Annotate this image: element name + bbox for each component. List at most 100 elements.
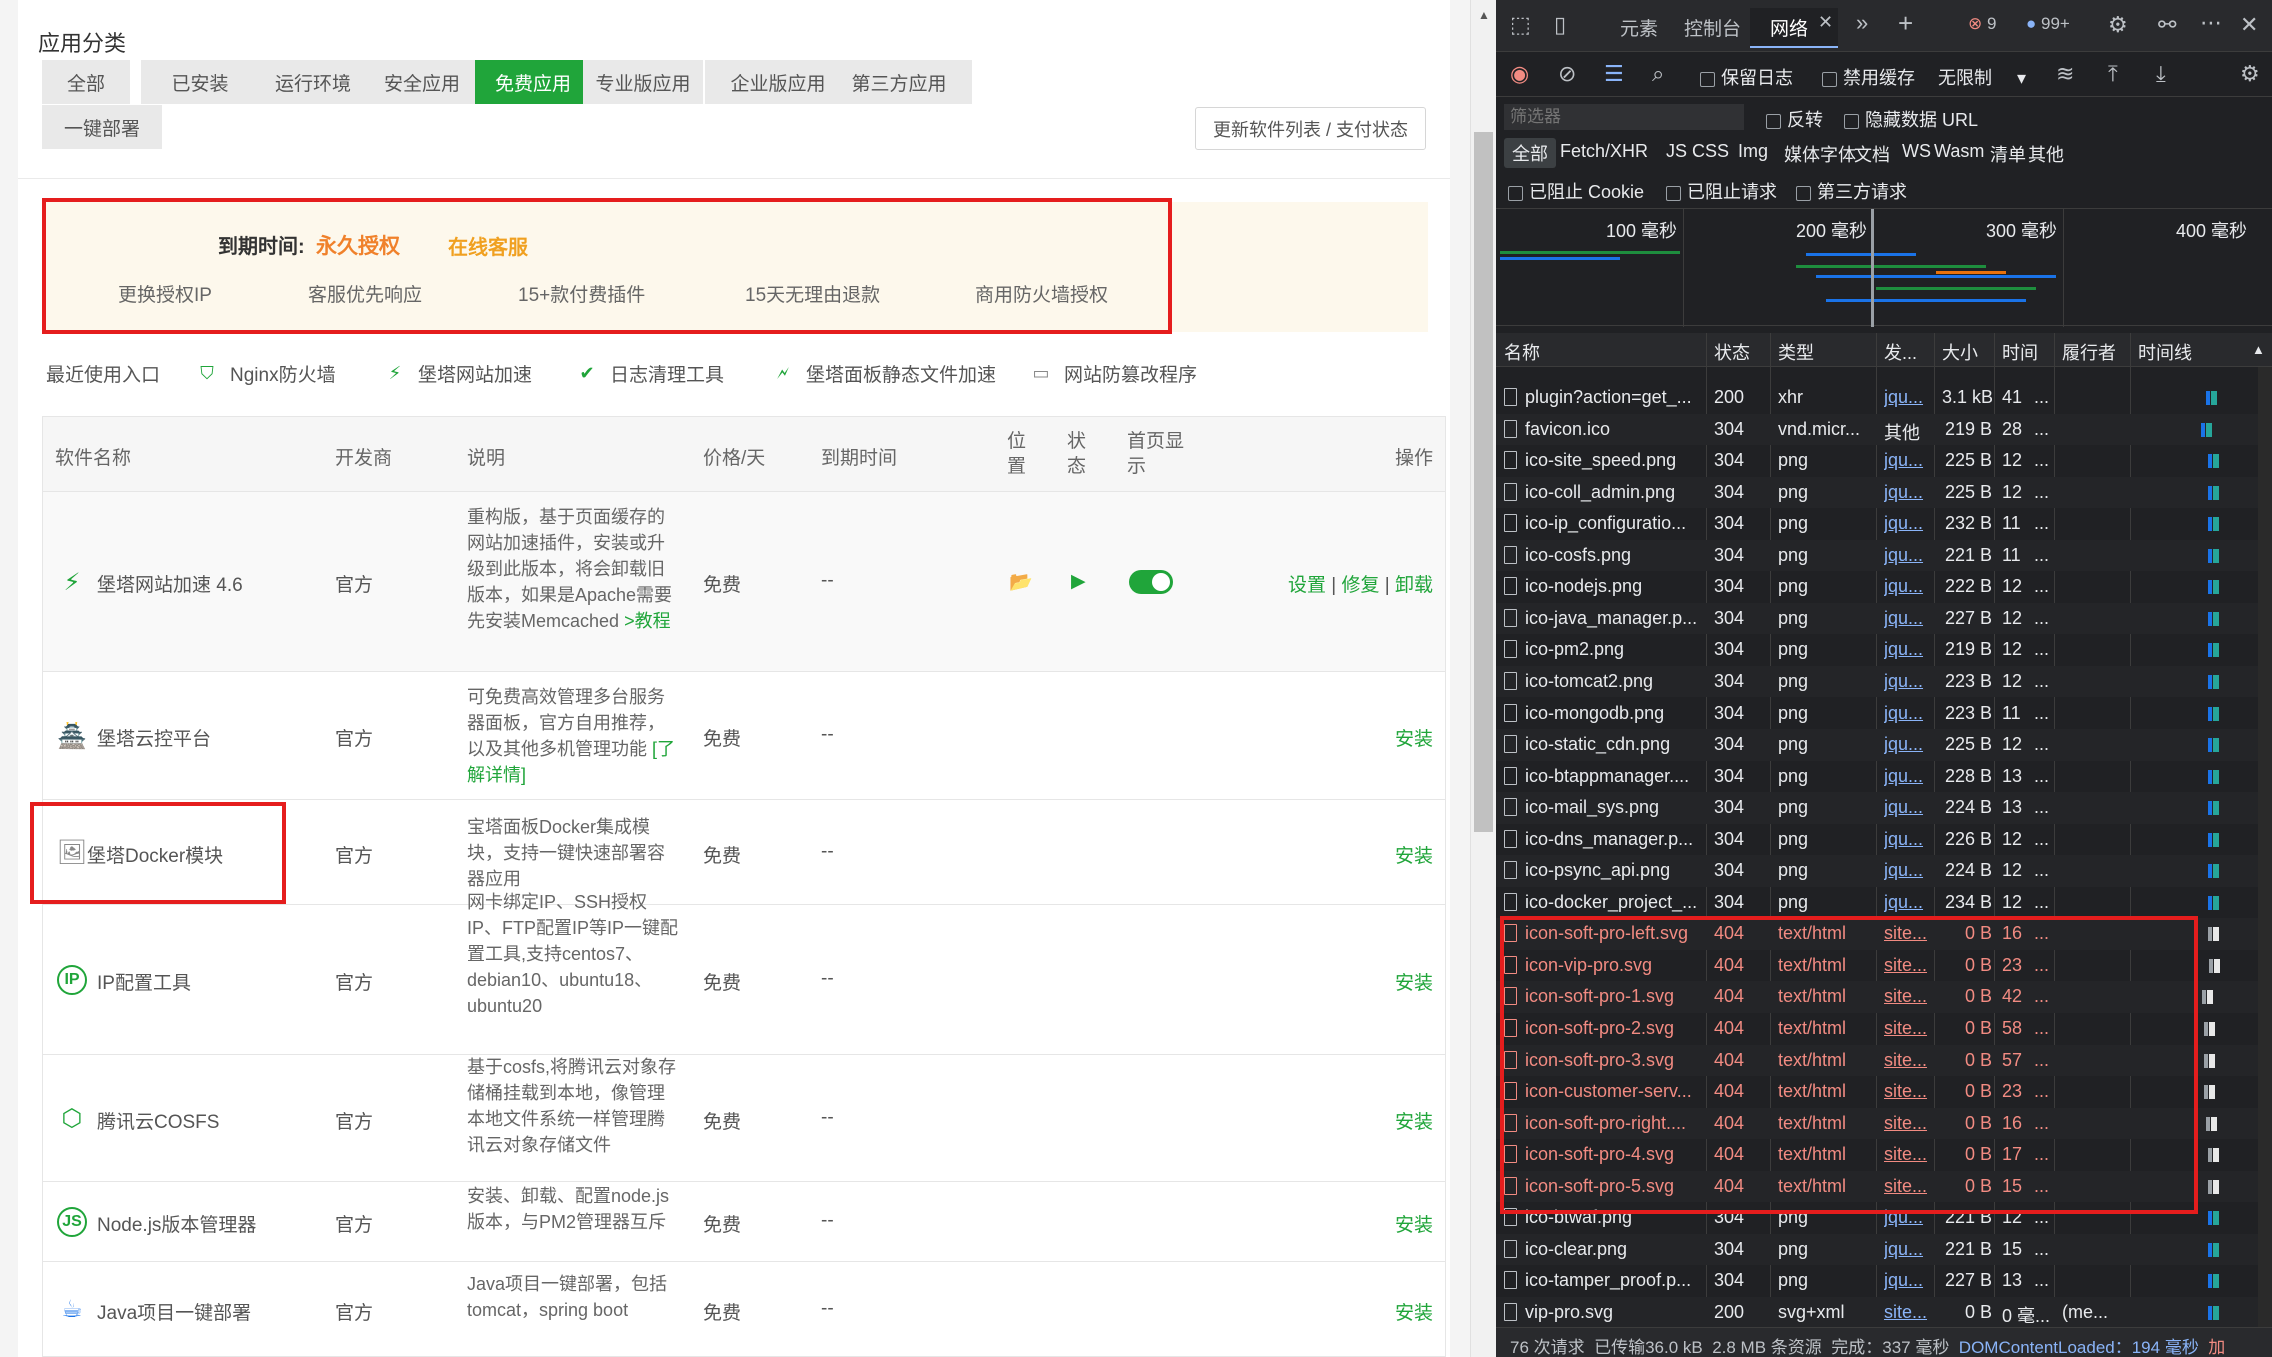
blocked-cookies-checkbox[interactable]: 已阻止 Cookie [1508, 178, 1644, 204]
action-link[interactable]: 安装 [1395, 1112, 1433, 1133]
category-2[interactable]: 运行环境 [257, 60, 369, 104]
throttle-select[interactable]: 无限制 ▾ [1938, 64, 2026, 90]
update-software-list-button[interactable]: 更新软件列表 / 支付状态 [1195, 107, 1426, 150]
action-link[interactable]: 安装 [1395, 1215, 1433, 1236]
tab-elements[interactable]: 元素 [1620, 14, 1658, 41]
type-filter-1[interactable]: Fetch/XHR [1560, 141, 1648, 162]
play-icon[interactable]: ▶ [1071, 570, 1086, 593]
type-filter-3[interactable]: CSS [1692, 141, 1729, 162]
inspect-icon[interactable]: ⬚ [1510, 12, 1531, 38]
request-initiator[interactable]: jqu... [1884, 734, 1932, 755]
request-initiator[interactable]: jqu... [1884, 829, 1932, 850]
category-8[interactable]: 一键部署 [42, 105, 162, 149]
request-initiator[interactable]: jqu... [1884, 482, 1932, 503]
recent-item-tamper-proof[interactable]: ▭ 网站防篡改程序 [1028, 360, 1197, 387]
description-link[interactable]: >教程 [624, 611, 671, 631]
export-icon[interactable]: ⤓ [2156, 61, 2166, 87]
gear-icon[interactable]: ⚙ [2108, 12, 2128, 38]
request-row[interactable]: ico-java_manager.p... 304 png jqu... 227 B 12… [1496, 602, 2272, 635]
request-initiator[interactable]: jqu... [1884, 639, 1932, 660]
recent-item-log-cleaner[interactable]: ✔ 日志清理工具 [574, 360, 724, 387]
error-count-badge[interactable]: ⊗ 9 [1968, 14, 1996, 34]
disable-cache-checkbox[interactable]: 禁用缓存 [1822, 64, 1915, 90]
request-initiator[interactable]: jqu... [1884, 860, 1932, 881]
request-initiator[interactable]: jqu... [1884, 608, 1932, 629]
tab-console[interactable]: 控制台 [1684, 14, 1741, 41]
request-row[interactable]: vip-pro.svg 200 svg+xml site... 0 B 0 毫... (me… [1496, 1296, 2272, 1329]
request-list-scrollbar[interactable] [2258, 367, 2272, 1327]
type-filter-7[interactable]: 文档 [1854, 141, 1890, 167]
request-row[interactable]: favicon.ico 304 vnd.micr... 其他 219 B 28... [1496, 413, 2272, 446]
recent-item-static-accel[interactable]: 🗲 堡塔面板静态文件加速 [770, 360, 996, 387]
request-row[interactable]: ico-tamper_proof.p... 304 png jqu... 227 B 13… [1496, 1265, 2272, 1297]
action-link[interactable]: 修复 [1341, 575, 1379, 596]
request-initiator[interactable]: jqu... [1884, 892, 1932, 913]
request-row[interactable]: ico-static_cdn.png 304 png jqu... 225 B 12... [1496, 729, 2272, 761]
type-filter-8[interactable]: WS [1902, 141, 1931, 162]
category-5[interactable]: 专业版应用 [583, 60, 703, 104]
request-row[interactable]: ico-tomcat2.png 304 png jqu... 223 B 12... [1496, 665, 2272, 698]
folder-icon[interactable]: 📂 [1009, 570, 1033, 594]
request-row[interactable]: ico-cosfs.png 304 png jqu... 221 B 11... [1496, 539, 2272, 572]
request-initiator[interactable]: jqu... [1884, 671, 1932, 692]
request-row[interactable]: ico-clear.png 304 png jqu... 221 B 15... [1496, 1233, 2272, 1266]
request-row[interactable]: ico-ip_configuratio... 304 png jqu... 232 B1… [1496, 508, 2272, 540]
request-initiator[interactable]: jqu... [1884, 576, 1932, 597]
close-icon[interactable]: ✕ [2240, 12, 2258, 38]
request-row[interactable]: ico-pm2.png 304 png jqu... 219 B 12... [1496, 634, 2272, 666]
request-initiator[interactable]: jqu... [1884, 766, 1932, 787]
action-link[interactable]: 安装 [1395, 846, 1433, 867]
record-icon[interactable]: ◉ [1510, 61, 1529, 87]
category-4[interactable]: 免费应用 [475, 60, 591, 104]
add-tab-icon[interactable]: + [1898, 8, 1913, 39]
type-filter-0[interactable]: 全部 [1504, 138, 1556, 168]
request-initiator[interactable]: jqu... [1884, 797, 1932, 818]
request-initiator[interactable]: jqu... [1884, 1239, 1932, 1260]
network-settings-icon[interactable]: ⚙ [2240, 61, 2260, 87]
category-1[interactable]: 已安装 [141, 60, 259, 104]
request-initiator[interactable]: jqu... [1884, 387, 1932, 408]
request-row[interactable]: ico-coll_admin.png 304 png jqu... 225 B 12... [1496, 476, 2272, 509]
request-row-partial[interactable] [1496, 360, 2272, 374]
tab-network[interactable]: 网络 [1770, 14, 1808, 41]
invert-checkbox[interactable]: 反转 [1766, 106, 1823, 132]
type-filter-5[interactable]: 媒体 [1784, 141, 1820, 167]
request-row[interactable]: ico-mail_sys.png 304 png jqu... 224 B 13... [1496, 792, 2272, 824]
info-count-badge[interactable]: ● 99+ [2026, 14, 2070, 34]
request-row[interactable]: ico-btappmanager.... 304 png jqu... 228 B 13.… [1496, 761, 2272, 793]
preserve-log-checkbox[interactable]: 保留日志 [1700, 64, 1793, 90]
request-initiator[interactable]: jqu... [1884, 703, 1932, 724]
type-filter-9[interactable]: Wasm [1934, 141, 1984, 162]
request-row[interactable]: ico-site_speed.png 304 png jqu... 225 B 12... [1496, 445, 2272, 477]
request-row[interactable]: ico-psync_api.png 304 png jqu... 224 B 12... [1496, 855, 2272, 887]
device-toggle-icon[interactable]: ▯ [1554, 12, 1566, 38]
type-filter-4[interactable]: Img [1738, 141, 1768, 162]
scroll-thumb[interactable] [1474, 132, 1493, 832]
request-row[interactable]: ico-dns_manager.p... 304 png jqu... 226 B 12.… [1496, 824, 2272, 856]
filter-icon[interactable]: ☰ [1604, 61, 1624, 87]
filter-input[interactable] [1504, 104, 1744, 130]
close-tab-icon[interactable]: ✕ [1818, 12, 1833, 33]
type-filter-10[interactable]: 清单 [1990, 141, 2026, 167]
network-overview[interactable]: 100 毫秒 200 毫秒 300 毫秒 400 毫秒 [1496, 208, 2272, 327]
recent-item-site-speed[interactable]: ⚡ 堡塔网站加速 [382, 360, 532, 387]
more-menu-icon[interactable]: ⋯ [2200, 10, 2222, 36]
request-initiator[interactable]: jqu... [1884, 513, 1932, 534]
more-tabs-icon[interactable]: » [1856, 10, 1868, 36]
clear-icon[interactable]: ⊘ [1558, 61, 1576, 87]
category-3[interactable]: 安全应用 [364, 60, 480, 104]
connection-icon[interactable]: ⚯ [2158, 12, 2176, 38]
request-initiator[interactable]: jqu... [1884, 1270, 1932, 1291]
search-icon[interactable]: ⌕ [1652, 61, 1664, 87]
third-party-checkbox[interactable]: 第三方请求 [1796, 178, 1907, 204]
recent-item-nginx-waf[interactable]: ⛉ Nginx防火墙 [194, 360, 335, 387]
category-0[interactable]: 全部 [42, 60, 130, 104]
page-scrollbar[interactable]: ▲ [1470, 0, 1496, 1357]
type-filter-6[interactable]: 字体 [1820, 141, 1856, 167]
action-link[interactable]: 设置 [1288, 575, 1326, 596]
request-row[interactable]: ico-mongodb.png 304 png jqu... 223 B 11... [1496, 698, 2272, 730]
category-7[interactable]: 第三方应用 [826, 60, 972, 104]
action-link[interactable]: 安装 [1395, 729, 1433, 750]
request-initiator[interactable]: jqu... [1884, 545, 1932, 566]
request-initiator[interactable]: jqu... [1884, 450, 1932, 471]
